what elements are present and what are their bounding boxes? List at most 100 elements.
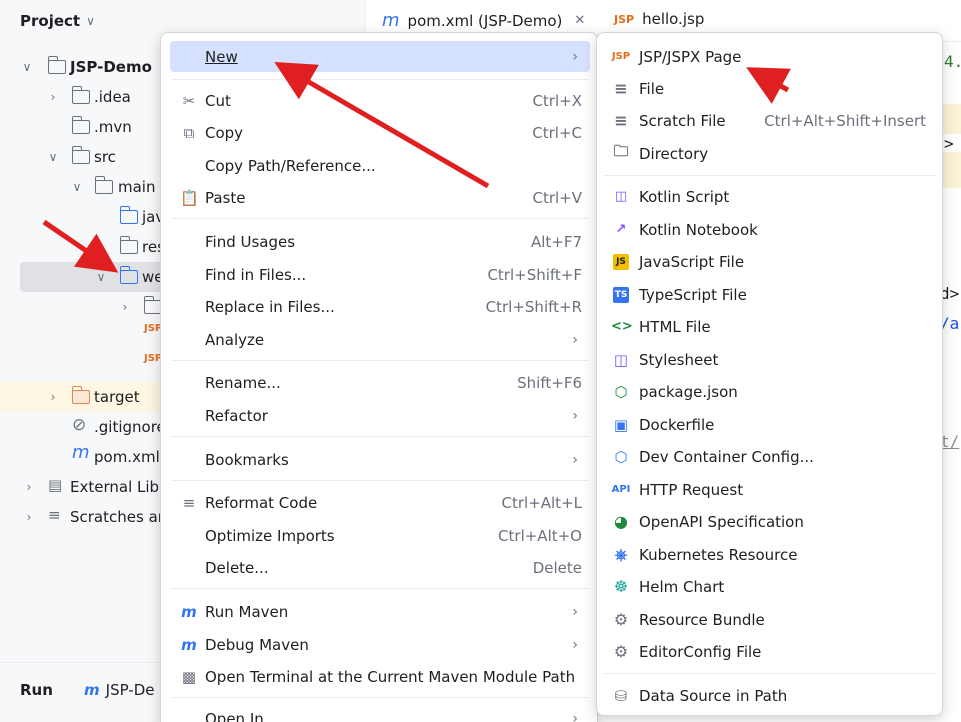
submenu-item-html-file[interactable]: <> HTML File xyxy=(603,311,936,342)
menu-item-debug-maven[interactable]: m Debug Maven › xyxy=(170,629,590,660)
reformat-icon: ≡ xyxy=(182,493,196,512)
submenu-item-javascript-file[interactable]: JS JavaScript File xyxy=(603,246,936,277)
menu-item-copy-path[interactable]: Copy Path/Reference... xyxy=(170,150,590,181)
ignored-file-icon: ⊘ xyxy=(72,415,87,435)
menu-item-new[interactable]: New › xyxy=(170,41,590,72)
submenu-item-label: HTTP Request xyxy=(639,480,744,499)
submenu-item-typescript-file[interactable]: TS TypeScript File xyxy=(603,279,936,310)
submenu-item-label: Resource Bundle xyxy=(639,610,765,629)
submenu-item-dev-container[interactable]: ⬡ Dev Container Config... xyxy=(603,441,936,472)
run-title[interactable]: Run xyxy=(20,681,53,699)
chevron-down-icon[interactable]: ∨ xyxy=(70,180,84,194)
menu-item-refactor[interactable]: Refactor › xyxy=(170,400,590,431)
menu-item-shortcut: Ctrl+Shift+F xyxy=(487,265,582,284)
menu-item-reformat-code[interactable]: ≡ Reformat Code Ctrl+Alt+L xyxy=(170,487,590,518)
menu-item-paste[interactable]: 📋 Paste Ctrl+V xyxy=(170,182,590,213)
menu-item-open-in[interactable]: Open In › xyxy=(170,703,590,722)
menu-item-copy[interactable]: ⧉ Copy Ctrl+C xyxy=(170,117,590,148)
scratches-icon: ≡ xyxy=(48,506,61,524)
submenu-item-kotlin-notebook[interactable]: ↗ Kotlin Notebook xyxy=(603,214,936,245)
submenu-item-file[interactable]: ≡ File xyxy=(603,73,936,104)
menu-item-label: Optimize Imports xyxy=(205,526,335,545)
terminal-icon: ▩ xyxy=(181,667,197,686)
run-maven-icon: m xyxy=(181,602,197,621)
line-highlight xyxy=(940,152,961,188)
submenu-item-package-json[interactable]: ⬡ package.json xyxy=(603,376,936,407)
menu-separator xyxy=(171,218,589,219)
run-tab[interactable]: m JSP-De xyxy=(84,681,155,699)
submenu-item-label: OpenAPI Specification xyxy=(639,512,804,531)
submenu-item-helm-chart[interactable]: ☸ Helm Chart xyxy=(603,571,936,602)
submenu-item-resource-bundle[interactable]: ⚙ Resource Bundle xyxy=(603,604,936,635)
menu-item-find-in-files[interactable]: Find in Files... Ctrl+Shift+F xyxy=(170,259,590,290)
menu-separator xyxy=(603,673,936,674)
css-icon: ◫ xyxy=(613,350,629,369)
chevron-down-icon[interactable]: ∨ xyxy=(86,14,95,28)
paste-icon: 📋 xyxy=(180,188,199,207)
close-icon[interactable]: ✕ xyxy=(574,13,585,28)
submenu-item-stylesheet[interactable]: ◫ Stylesheet xyxy=(603,344,936,375)
library-icon: ▤ xyxy=(48,476,63,494)
chevron-right-icon: › xyxy=(572,603,578,620)
helm-icon: ☸ xyxy=(613,577,629,596)
menu-item-replace-in-files[interactable]: Replace in Files... Ctrl+Shift+R xyxy=(170,291,590,322)
kubernetes-icon: ⎈ xyxy=(614,544,628,564)
chevron-right-icon[interactable]: › xyxy=(46,390,60,404)
gear-icon: ⚙ xyxy=(613,610,629,629)
submenu-item-editorconfig[interactable]: ⚙ EditorConfig File xyxy=(603,636,936,667)
menu-item-analyze[interactable]: Analyze › xyxy=(170,324,590,355)
menu-item-label: Copy Path/Reference... xyxy=(205,156,376,175)
html-icon: <> xyxy=(611,319,633,334)
menu-separator xyxy=(171,480,589,481)
resources-folder-icon xyxy=(119,236,140,256)
tab-hello-jsp[interactable]: JSP hello.jsp xyxy=(614,10,704,28)
menu-item-shortcut: Ctrl+Alt+L xyxy=(501,493,583,512)
chevron-right-icon[interactable]: › xyxy=(118,300,132,314)
menu-item-shortcut: Ctrl+C xyxy=(532,123,582,142)
menu-separator xyxy=(171,79,589,80)
submenu-item-dockerfile[interactable]: ▣ Dockerfile xyxy=(603,409,936,440)
submenu-item-jsp-page[interactable]: JSP JSP/JSPX Page xyxy=(603,41,936,72)
chevron-right-icon[interactable]: › xyxy=(46,90,60,104)
submenu-item-label: Kotlin Script xyxy=(639,187,730,206)
tab-label: pom.xml (JSP-Demo) xyxy=(407,11,563,30)
tab-pom-xml[interactable]: m pom.xml (JSP-Demo) ✕ xyxy=(382,10,585,31)
submenu-item-label: JSP/JSPX Page xyxy=(639,47,742,66)
debug-maven-icon: m xyxy=(181,635,197,654)
chevron-right-icon: › xyxy=(572,331,578,348)
maven-m-icon: m xyxy=(382,10,400,31)
tree-item-label: External Libr xyxy=(70,478,166,496)
submenu-item-kubernetes[interactable]: ⎈ Kubernetes Resource xyxy=(603,539,936,570)
submenu-item-http-request[interactable]: API HTTP Request xyxy=(603,474,936,505)
menu-item-bookmarks[interactable]: Bookmarks › xyxy=(170,444,590,475)
submenu-item-directory[interactable]: 🗀 Directory xyxy=(603,138,936,169)
submenu-item-kotlin-script[interactable]: ◫ Kotlin Script xyxy=(603,181,936,212)
menu-item-delete[interactable]: Delete... Delete xyxy=(170,552,590,583)
submenu-item-openapi[interactable]: ◕ OpenAPI Specification xyxy=(603,506,936,537)
submenu-item-scratch-file[interactable]: ≡ Scratch File Ctrl+Alt+Shift+Insert xyxy=(603,105,936,136)
jsp-icon: JSP xyxy=(611,51,631,62)
submenu-item-data-source[interactable]: ⛁ Data Source in Path xyxy=(603,680,936,711)
chevron-right-icon[interactable]: › xyxy=(22,510,36,524)
database-icon: ⛁ xyxy=(614,686,628,705)
chevron-down-icon[interactable]: ∨ xyxy=(94,270,108,284)
submenu-item-label: Scratch File xyxy=(639,111,726,130)
menu-item-run-maven[interactable]: m Run Maven › xyxy=(170,596,590,627)
menu-item-open-terminal[interactable]: ▩ Open Terminal at the Current Maven Mod… xyxy=(170,661,590,692)
menu-item-rename[interactable]: Rename... Shift+F6 xyxy=(170,367,590,398)
submenu-item-label: Helm Chart xyxy=(639,577,725,596)
menu-item-cut[interactable]: ✂ Cut Ctrl+X xyxy=(170,85,590,116)
menu-item-label: Cut xyxy=(205,91,231,110)
menu-item-find-usages[interactable]: Find Usages Alt+F7 xyxy=(170,226,590,257)
chevron-right-icon: › xyxy=(572,710,578,722)
gear-icon: ⚙ xyxy=(613,642,629,661)
menu-item-label: Analyze xyxy=(205,330,265,349)
menu-item-label: Refactor xyxy=(205,406,268,425)
menu-item-optimize-imports[interactable]: Optimize Imports Ctrl+Alt+O xyxy=(170,520,590,551)
chevron-down-icon[interactable]: ∨ xyxy=(20,60,34,74)
chevron-right-icon: › xyxy=(572,407,578,424)
chevron-down-icon[interactable]: ∨ xyxy=(46,150,60,164)
tree-item-label: JSP-Demo xyxy=(70,58,152,76)
dev-container-icon: ⬡ xyxy=(614,447,628,466)
chevron-right-icon[interactable]: › xyxy=(22,480,36,494)
